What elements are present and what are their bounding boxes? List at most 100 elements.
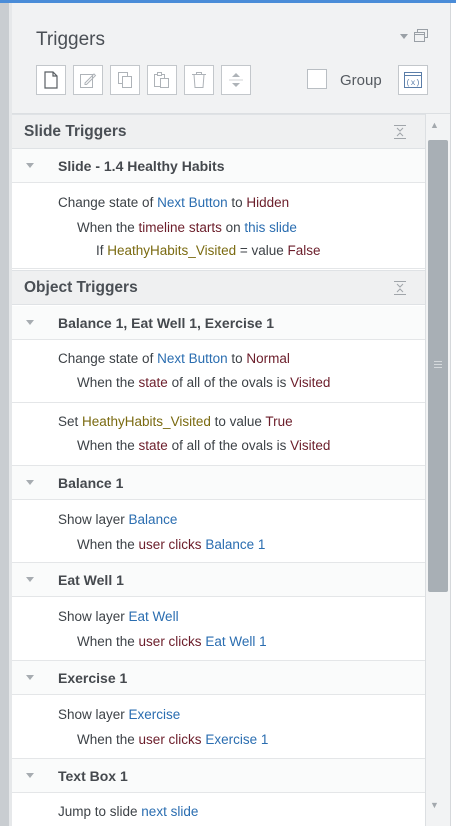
text: Set — [58, 414, 83, 429]
trigger-object-row[interactable]: Balance 1 — [12, 466, 425, 500]
text: to value — [210, 414, 266, 429]
link[interactable]: Balance — [129, 512, 178, 527]
copy-button[interactable] — [110, 65, 140, 95]
paste-button[interactable] — [147, 65, 177, 95]
link[interactable]: HeathyHabits_Visited — [82, 414, 211, 429]
link[interactable]: Eat Well 1 — [205, 634, 266, 649]
trigger-item[interactable]: Set HeathyHabits_Visited to value True W… — [12, 403, 425, 466]
delete-button[interactable] — [184, 65, 214, 95]
trigger-when-line: When the state of all of the ovals is Vi… — [77, 438, 330, 453]
collapse-all-icon[interactable] — [394, 280, 406, 296]
edit-trigger-icon — [80, 73, 97, 88]
trigger-action-line: Show layer Balance — [58, 512, 177, 527]
trigger-item[interactable]: Show layer Eat Well When the user clicks… — [12, 597, 425, 661]
trigger-object-name: Balance 1 — [58, 475, 124, 491]
dropdown-arrow-icon[interactable] — [400, 34, 408, 39]
trigger-action-line: Set HeathyHabits_Visited to value True — [58, 414, 293, 429]
text: When the — [77, 220, 139, 235]
collapse-arrow-icon[interactable] — [26, 577, 34, 582]
trigger-action-line: Show layer Exercise — [58, 707, 180, 722]
trigger-action-line: Jump to slide next slide — [58, 804, 198, 819]
text: to — [227, 351, 247, 366]
link[interactable]: state — [139, 375, 168, 390]
scroll-down-icon[interactable]: ▼ — [430, 800, 439, 810]
text: When the — [77, 732, 139, 747]
link[interactable]: False — [288, 243, 321, 258]
trigger-item[interactable]: Change state of Next Button to Hidden Wh… — [12, 183, 425, 269]
link[interactable]: Next Button — [157, 351, 228, 366]
collapse-arrow-icon[interactable] — [26, 163, 34, 168]
new-trigger-button[interactable] — [36, 65, 66, 95]
text: Jump to slide — [58, 804, 142, 819]
text: of all of the ovals is — [167, 438, 291, 453]
text: Show layer — [58, 707, 129, 722]
scrollbar-grip-icon — [434, 361, 442, 362]
trigger-object-name: Eat Well 1 — [58, 572, 124, 588]
trigger-object-row[interactable]: Text Box 1 — [12, 759, 425, 793]
trigger-item[interactable]: Jump to slide next slide — [12, 793, 425, 826]
collapse-arrow-icon[interactable] — [26, 480, 34, 485]
text: Show layer — [58, 609, 129, 624]
copy-icon — [118, 72, 132, 88]
collapse-arrow-icon[interactable] — [26, 675, 34, 680]
section-title: Slide Triggers — [24, 123, 127, 140]
link[interactable]: Normal — [246, 351, 290, 366]
move-trigger-button[interactable] — [221, 65, 251, 95]
group-label: Group — [340, 72, 382, 89]
collapse-all-icon[interactable] — [394, 124, 406, 140]
link[interactable]: state — [139, 438, 168, 453]
link[interactable]: user clicks — [139, 732, 202, 747]
link[interactable]: True — [265, 414, 292, 429]
panel-header: Triggers Group (x) — [12, 3, 450, 114]
trigger-when-line: When the user clicks Exercise 1 — [77, 732, 268, 747]
link[interactable]: Visited — [290, 375, 330, 390]
trigger-item[interactable]: Change state of Next Button to Normal Wh… — [12, 340, 425, 403]
link[interactable]: Hidden — [246, 195, 289, 210]
variables-button[interactable]: (x) — [398, 65, 428, 95]
trigger-item[interactable]: Show layer Exercise When the user clicks… — [12, 695, 425, 759]
trigger-object-row[interactable]: Balance 1, Eat Well 1, Exercise 1 — [12, 306, 425, 340]
trigger-when-line: When the user clicks Balance 1 — [77, 537, 265, 552]
link[interactable]: timeline starts — [139, 220, 222, 235]
link[interactable]: this slide — [244, 220, 297, 235]
text: When the — [77, 438, 139, 453]
link[interactable]: user clicks — [139, 537, 202, 552]
svg-text:(x): (x) — [406, 79, 420, 88]
link[interactable]: next slide — [141, 804, 198, 819]
collapse-arrow-icon[interactable] — [26, 773, 34, 778]
trigger-item[interactable]: Show layer Balance When the user clicks … — [12, 500, 425, 563]
trigger-condition-line: If HeathyHabits_Visited = value False — [96, 243, 321, 258]
link[interactable]: HeathyHabits_Visited — [107, 243, 236, 258]
text: When the — [77, 634, 139, 649]
trigger-object-row[interactable]: Eat Well 1 — [12, 563, 425, 597]
link[interactable]: Visited — [290, 438, 330, 453]
move-up-down-icon — [229, 73, 243, 87]
collapse-arrow-icon[interactable] — [26, 320, 34, 325]
restore-window-icon[interactable] — [414, 29, 428, 43]
slide-triggers-section-header[interactable]: Slide Triggers — [12, 114, 425, 149]
link[interactable]: user clicks — [139, 634, 202, 649]
text: Change state of — [58, 195, 158, 210]
trigger-action-line: Change state of Next Button to Normal — [58, 351, 290, 366]
trigger-object-row[interactable]: Exercise 1 — [12, 661, 425, 695]
link[interactable]: Next Button — [157, 195, 228, 210]
text: When the — [77, 375, 139, 390]
trigger-object-row[interactable]: Slide - 1.4 Healthy Habits — [12, 149, 425, 183]
text: Show layer — [58, 512, 129, 527]
text: When the — [77, 537, 139, 552]
link[interactable]: Balance 1 — [205, 537, 265, 552]
scrollbar-thumb[interactable] — [428, 140, 448, 592]
text: of all of the ovals is — [167, 375, 291, 390]
edit-trigger-button[interactable] — [73, 65, 103, 95]
link[interactable]: Eat Well — [129, 609, 179, 624]
text: on — [221, 220, 245, 235]
scroll-up-icon[interactable]: ▲ — [430, 120, 439, 130]
link[interactable]: Exercise 1 — [205, 732, 268, 747]
text: to — [227, 195, 247, 210]
link[interactable]: Exercise — [129, 707, 181, 722]
trigger-when-line: When the user clicks Eat Well 1 — [77, 634, 267, 649]
trigger-action-line: Show layer Eat Well — [58, 609, 179, 624]
group-checkbox[interactable] — [307, 69, 327, 89]
object-triggers-section-header[interactable]: Object Triggers — [12, 270, 425, 305]
trigger-action-line: Change state of Next Button to Hidden — [58, 195, 289, 210]
